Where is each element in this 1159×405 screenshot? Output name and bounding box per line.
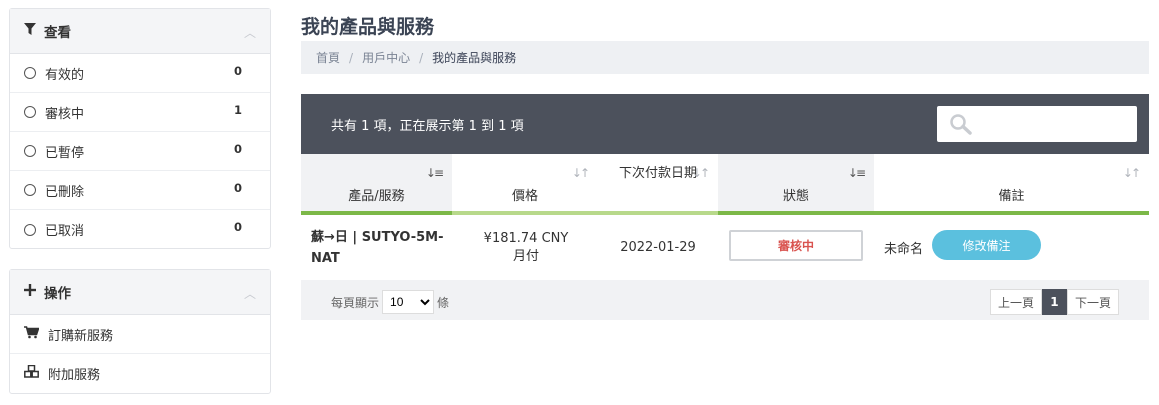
radio-icon[interactable] <box>24 145 36 157</box>
filter-item-count: 1 <box>233 103 242 117</box>
column-header-product[interactable]: 產品/服務 ↓≡ <box>301 154 452 215</box>
filter-item-active[interactable]: 有效的 0 <box>10 54 270 93</box>
sort-desc-icon[interactable]: ↓≡ <box>426 166 444 180</box>
filter-item-cancelled[interactable]: 已取消 0 <box>10 210 270 249</box>
radio-icon[interactable] <box>24 184 36 196</box>
price-amount: ¥181.74 CNY <box>483 230 569 246</box>
page-title: 我的產品與服務 <box>301 16 435 38</box>
chevron-up-icon[interactable]: ︿ <box>244 24 256 41</box>
addon-services-link[interactable]: 附加服務 <box>10 354 270 393</box>
next-page-button[interactable]: 下一頁 <box>1066 289 1119 315</box>
filter-item-label: 已取消 <box>45 224 85 239</box>
table-header: 產品/服務 ↓≡ 價格 ↓↑ 下次付款日期 ↓↑ 狀態 ↓≡ 備註 ↓↑ <box>301 154 1149 215</box>
per-page-control: 每頁顯示 10 條 <box>331 290 449 314</box>
breadcrumb-client-area[interactable]: 用戶中心 <box>362 49 410 66</box>
filter-icon <box>24 22 36 40</box>
radio-icon[interactable] <box>24 223 36 236</box>
action-label: 附加服務 <box>48 368 101 383</box>
current-page-button[interactable]: 1 <box>1041 289 1067 315</box>
filter-item-label: 已暫停 <box>45 145 85 161</box>
breadcrumb: 首頁 / 用戶中心 / 我的產品與服務 <box>301 41 1149 74</box>
filter-item-deleted[interactable]: 已刪除 0 <box>10 171 270 210</box>
table-footer: 每頁顯示 10 條 上一頁 1 下一頁 <box>301 280 1149 320</box>
column-header-next-due[interactable]: 下次付款日期 ↓↑ <box>598 154 718 215</box>
view-panel-title: 查看 <box>44 25 71 41</box>
edit-note-button[interactable]: 修改備注 <box>932 230 1041 260</box>
sort-icon[interactable]: ↓↑ <box>692 166 710 180</box>
column-label: 產品/服務 <box>348 189 405 204</box>
filter-item-count: 0 <box>233 64 242 78</box>
column-header-price[interactable]: 價格 ↓↑ <box>452 154 598 215</box>
radio-icon[interactable] <box>24 67 36 79</box>
breadcrumb-separator: / <box>349 50 354 65</box>
breadcrumb-current: 我的產品與服務 <box>432 51 517 65</box>
filter-item-count: 0 <box>233 181 242 195</box>
actions-panel-title: 操作 <box>44 286 71 302</box>
price-cell: ¥181.74 CNY 月付 <box>453 215 599 280</box>
column-label: 備註 <box>998 189 1025 204</box>
filter-item-label: 已刪除 <box>45 184 85 200</box>
breadcrumb-home[interactable]: 首頁 <box>316 49 340 66</box>
filter-item-label: 有效的 <box>45 67 85 83</box>
chevron-up-icon[interactable]: ︿ <box>244 285 256 302</box>
table-toolbar: 共有 1 項，正在展示第 1 到 1 項 <box>301 94 1149 154</box>
table-info-text: 共有 1 項，正在展示第 1 到 1 項 <box>331 118 524 134</box>
per-page-select[interactable]: 10 <box>382 290 435 314</box>
sort-icon[interactable]: ↓↑ <box>1123 166 1141 180</box>
action-label: 訂購新服務 <box>48 328 114 344</box>
filter-item-suspended[interactable]: 已暫停 0 <box>10 132 270 171</box>
per-page-label: 每頁顯示 <box>331 295 380 310</box>
next-due-date: 2022-01-29 <box>620 240 696 255</box>
view-panel: 查看 ︿ 有效的 0 審核中 1 已暫停 0 已刪除 0 已取消 0 <box>9 8 271 249</box>
breadcrumb-separator: / <box>419 50 424 65</box>
view-panel-header[interactable]: 查看 ︿ <box>10 9 270 54</box>
sort-icon[interactable]: ↓↑ <box>572 166 590 180</box>
column-header-notes[interactable]: 備註 ↓↑ <box>874 154 1149 215</box>
note-text: 未命名 <box>884 242 924 257</box>
sort-desc-icon[interactable]: ↓≡ <box>848 166 866 180</box>
filter-item-pending[interactable]: 審核中 1 <box>10 93 270 132</box>
plus-icon <box>24 284 36 300</box>
actions-panel-header[interactable]: 操作 ︿ <box>10 270 270 315</box>
search-box[interactable] <box>937 106 1137 142</box>
cart-icon <box>24 325 40 343</box>
column-label: 狀態 <box>782 189 809 204</box>
radio-icon[interactable] <box>24 106 36 118</box>
prev-page-button[interactable]: 上一頁 <box>989 289 1042 315</box>
status-badge: 審核中 <box>729 230 863 261</box>
billing-cycle: 月付 <box>512 248 539 264</box>
filter-item-label: 審核中 <box>45 106 85 122</box>
cubes-icon <box>24 364 39 382</box>
column-label: 價格 <box>511 189 538 204</box>
pagination: 上一頁 1 下一頁 <box>989 289 1119 315</box>
filter-item-count: 0 <box>233 220 242 234</box>
product-name[interactable]: 蘇→日 | SUTYO-5M-NAT <box>311 215 451 280</box>
column-header-status[interactable]: 狀態 ↓≡ <box>718 154 874 215</box>
filter-item-count: 0 <box>233 142 242 156</box>
order-new-service-link[interactable]: 訂購新服務 <box>10 315 270 354</box>
per-page-suffix: 條 <box>437 295 450 310</box>
table-row[interactable]: 蘇→日 | SUTYO-5M-NAT ¥181.74 CNY 月付 2022-0… <box>301 215 1149 280</box>
actions-panel: 操作 ︿ 訂購新服務 附加服務 <box>9 269 271 394</box>
search-icon <box>949 113 973 139</box>
